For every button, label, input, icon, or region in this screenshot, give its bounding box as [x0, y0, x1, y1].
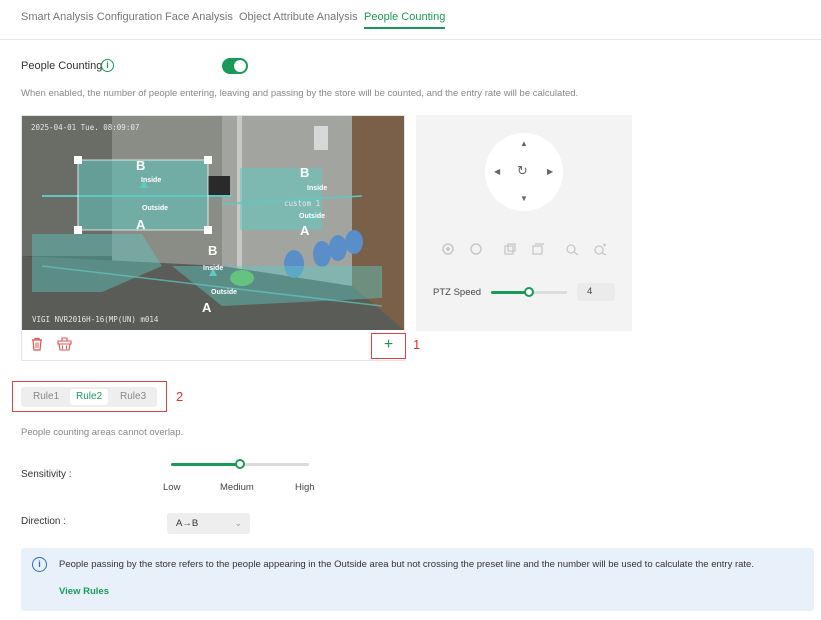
sensitivity-label: Sensitivity : — [21, 469, 72, 480]
ptz-speed-slider[interactable] — [491, 287, 567, 297]
rule-tab-2[interactable]: Rule2 — [70, 389, 109, 405]
sensitivity-tick-low: Low — [163, 482, 181, 493]
info-text: People passing by the store refers to th… — [59, 559, 754, 570]
focus-near-icon[interactable] — [441, 242, 455, 256]
zone-a-label: A — [136, 217, 146, 232]
zone-inside-label: Inside — [307, 185, 328, 192]
people-counting-description: When enabled, the number of people enter… — [21, 88, 579, 99]
chevron-down-icon: ⌄ — [234, 518, 242, 528]
iris-close-icon[interactable] — [503, 242, 517, 256]
ptz-right-arrow-icon[interactable]: ▶ — [547, 167, 553, 176]
people-counting-label: People Counting — [21, 60, 103, 72]
ptz-controls — [441, 242, 621, 258]
tab-face-analysis[interactable]: Face Analysis — [165, 11, 233, 23]
annotation-two: 2 — [176, 389, 184, 404]
direction-select[interactable]: A→B ⌄ — [167, 513, 250, 534]
sensitivity-tick-medium: Medium — [220, 482, 254, 493]
delete-icon[interactable] — [30, 337, 48, 355]
overlap-note: People counting areas cannot overlap. — [21, 427, 184, 438]
sensitivity-fill — [171, 463, 240, 466]
zone-b-label: B — [300, 165, 310, 180]
custom-zone-label: custom 1 — [284, 199, 321, 208]
ptz-down-arrow-icon[interactable]: ▼ — [520, 194, 528, 203]
info-icon[interactable]: i — [101, 59, 114, 72]
refresh-icon[interactable]: ↻ — [517, 163, 528, 179]
ptz-speed-value[interactable]: 4 — [577, 283, 615, 301]
ptz-speed-thumb[interactable] — [524, 287, 534, 297]
zone-a-label: A — [300, 223, 310, 238]
sensitivity-thumb[interactable] — [235, 459, 245, 469]
zone-inside-label: Inside — [141, 177, 162, 184]
zoom-out-icon[interactable] — [565, 242, 579, 256]
info-icon: i — [32, 557, 47, 572]
ptz-speed-label: PTZ Speed — [433, 287, 482, 298]
people-counting-toggle[interactable] — [222, 58, 248, 74]
rule-tabs: Rule1 Rule2 Rule3 — [21, 387, 157, 407]
rule-tab-3[interactable]: Rule3 — [114, 389, 152, 405]
ptz-left-arrow-icon[interactable]: ◀ — [494, 167, 500, 176]
annotation-one: 1 — [413, 337, 421, 352]
focus-far-icon[interactable] — [469, 242, 483, 256]
sensitivity-tick-high: High — [295, 482, 315, 493]
clear-all-icon[interactable] — [57, 337, 75, 355]
tab-people-counting[interactable]: People Counting — [364, 11, 446, 29]
toggle-knob — [234, 60, 246, 72]
analysis-tabs: Smart Analysis Configuration Face Analys… — [0, 0, 821, 40]
sensitivity-slider[interactable] — [171, 459, 309, 469]
add-rule-button[interactable]: + — [371, 333, 406, 359]
video-footer: VIGI NVR2016H-16(MP(UN) m014 — [32, 315, 159, 324]
camera-preview[interactable]: 2025-04-01 Tue. 08:09:07 VIGI NVR2016H-1… — [22, 116, 404, 330]
ptz-up-arrow-icon[interactable]: ▲ — [520, 139, 528, 148]
zone-outside-label: Outside — [299, 213, 326, 220]
video-timestamp: 2025-04-01 Tue. 08:09:07 — [31, 123, 140, 132]
rule-tab-1[interactable]: Rule1 — [27, 389, 65, 405]
zoom-in-icon[interactable] — [593, 242, 607, 256]
zone-outside-label: Outside — [211, 289, 238, 296]
zone-outside-label: Outside — [142, 205, 169, 212]
camera-scene — [22, 116, 404, 330]
zone-a-label: A — [202, 300, 212, 315]
zone-b-label: B — [136, 158, 146, 173]
view-rules-link[interactable]: View Rules — [59, 586, 109, 597]
iris-open-icon[interactable] — [531, 242, 545, 256]
ptz-panel: ▲ ▼ ◀ ▶ ↻ PTZ Speed 4 — [416, 115, 632, 331]
ptz-direction-pad: ▲ ▼ ◀ ▶ ↻ — [485, 133, 563, 211]
direction-value: A→B — [176, 518, 199, 529]
rule-tabs-highlight: Rule1 Rule2 Rule3 — [12, 381, 167, 412]
zone-inside-label: Inside — [203, 265, 224, 272]
info-banner: i People passing by the store refers to … — [21, 548, 814, 611]
direction-label: Direction : — [21, 516, 67, 527]
tab-object-attribute-analysis[interactable]: Object Attribute Analysis — [239, 11, 358, 23]
drawing-toolbar: + — [22, 331, 406, 361]
zone-b-label: B — [208, 243, 218, 258]
tab-smart-analysis-configuration[interactable]: Smart Analysis Configuration — [21, 11, 162, 23]
video-panel: 2025-04-01 Tue. 08:09:07 VIGI NVR2016H-1… — [21, 115, 406, 361]
